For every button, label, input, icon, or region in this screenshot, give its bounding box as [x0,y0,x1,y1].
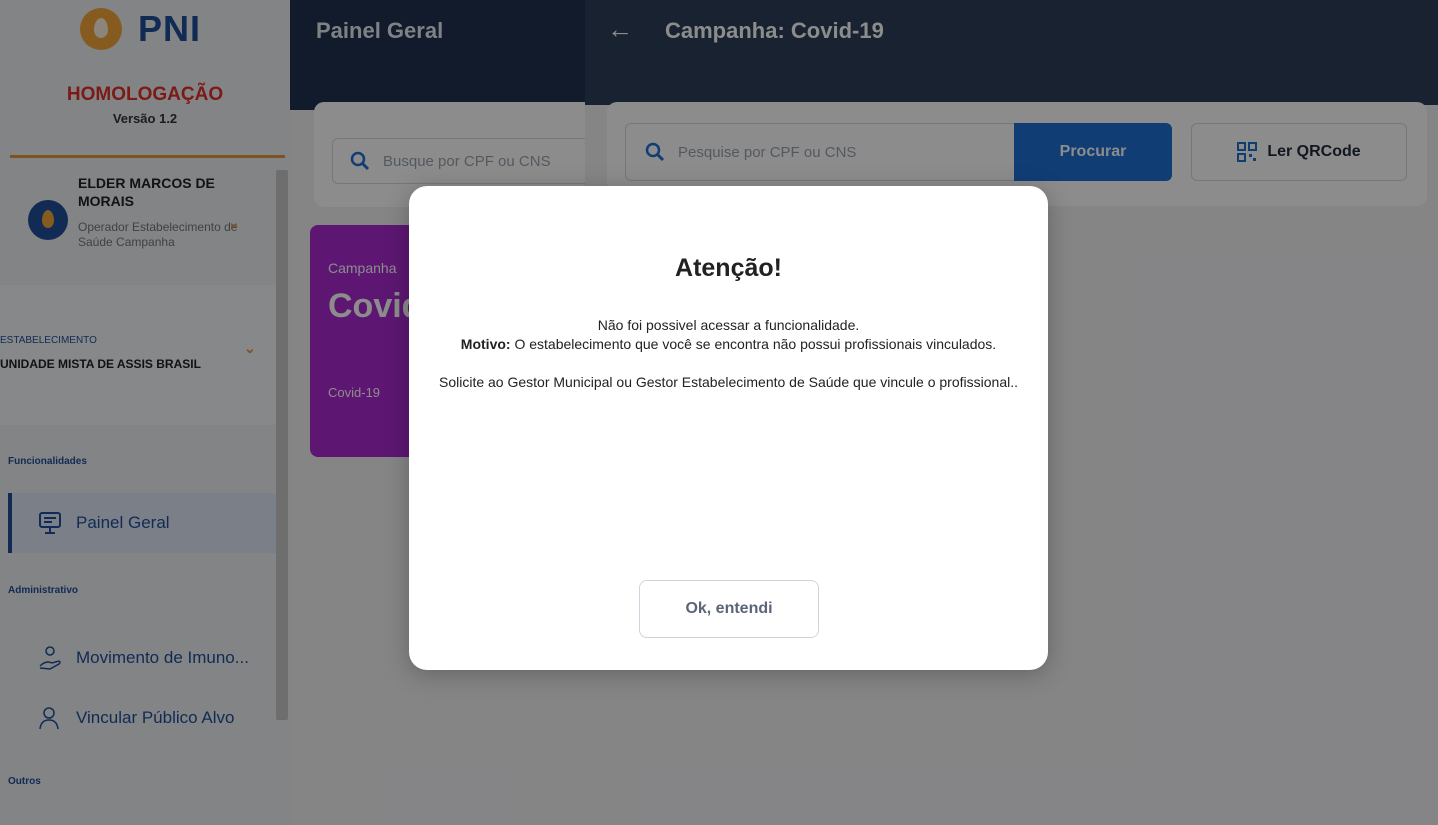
dialog-message: Não foi possivel acessar a funcionalidad… [429,316,1028,392]
dialog-line-instruction: Solicite ao Gestor Municipal ou Gestor E… [439,374,1018,390]
reason-text: O estabelecimento que você se encontra n… [510,336,997,352]
dialog-title: Atenção! [675,254,782,282]
dialog-line-reason: Motivo: O estabelecimento que você se en… [429,335,1028,354]
reason-label: Motivo: [460,336,511,352]
ok-button[interactable]: Ok, entendi [639,580,819,638]
dialog-line-error: Não foi possivel acessar a funcionalidad… [597,317,860,333]
attention-dialog: Atenção! Não foi possivel acessar a func… [409,186,1048,670]
